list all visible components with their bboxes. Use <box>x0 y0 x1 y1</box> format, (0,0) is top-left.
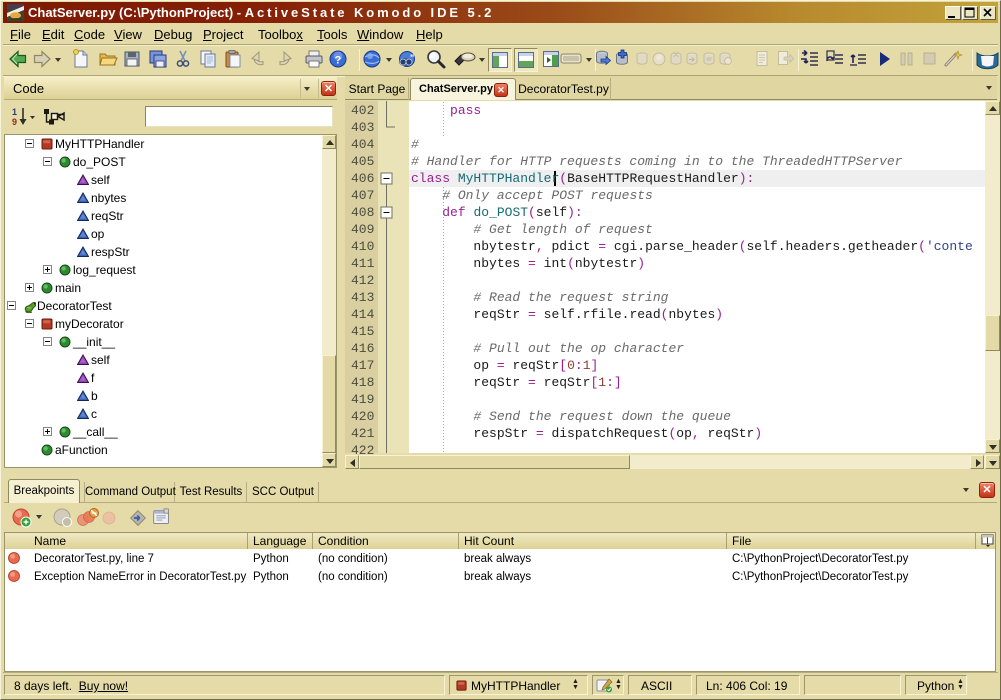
svg-text:": " <box>410 53 414 63</box>
svg-text:9: 9 <box>12 117 17 127</box>
svg-text:?: ? <box>335 55 342 67</box>
svg-text:1: 1 <box>12 107 17 117</box>
